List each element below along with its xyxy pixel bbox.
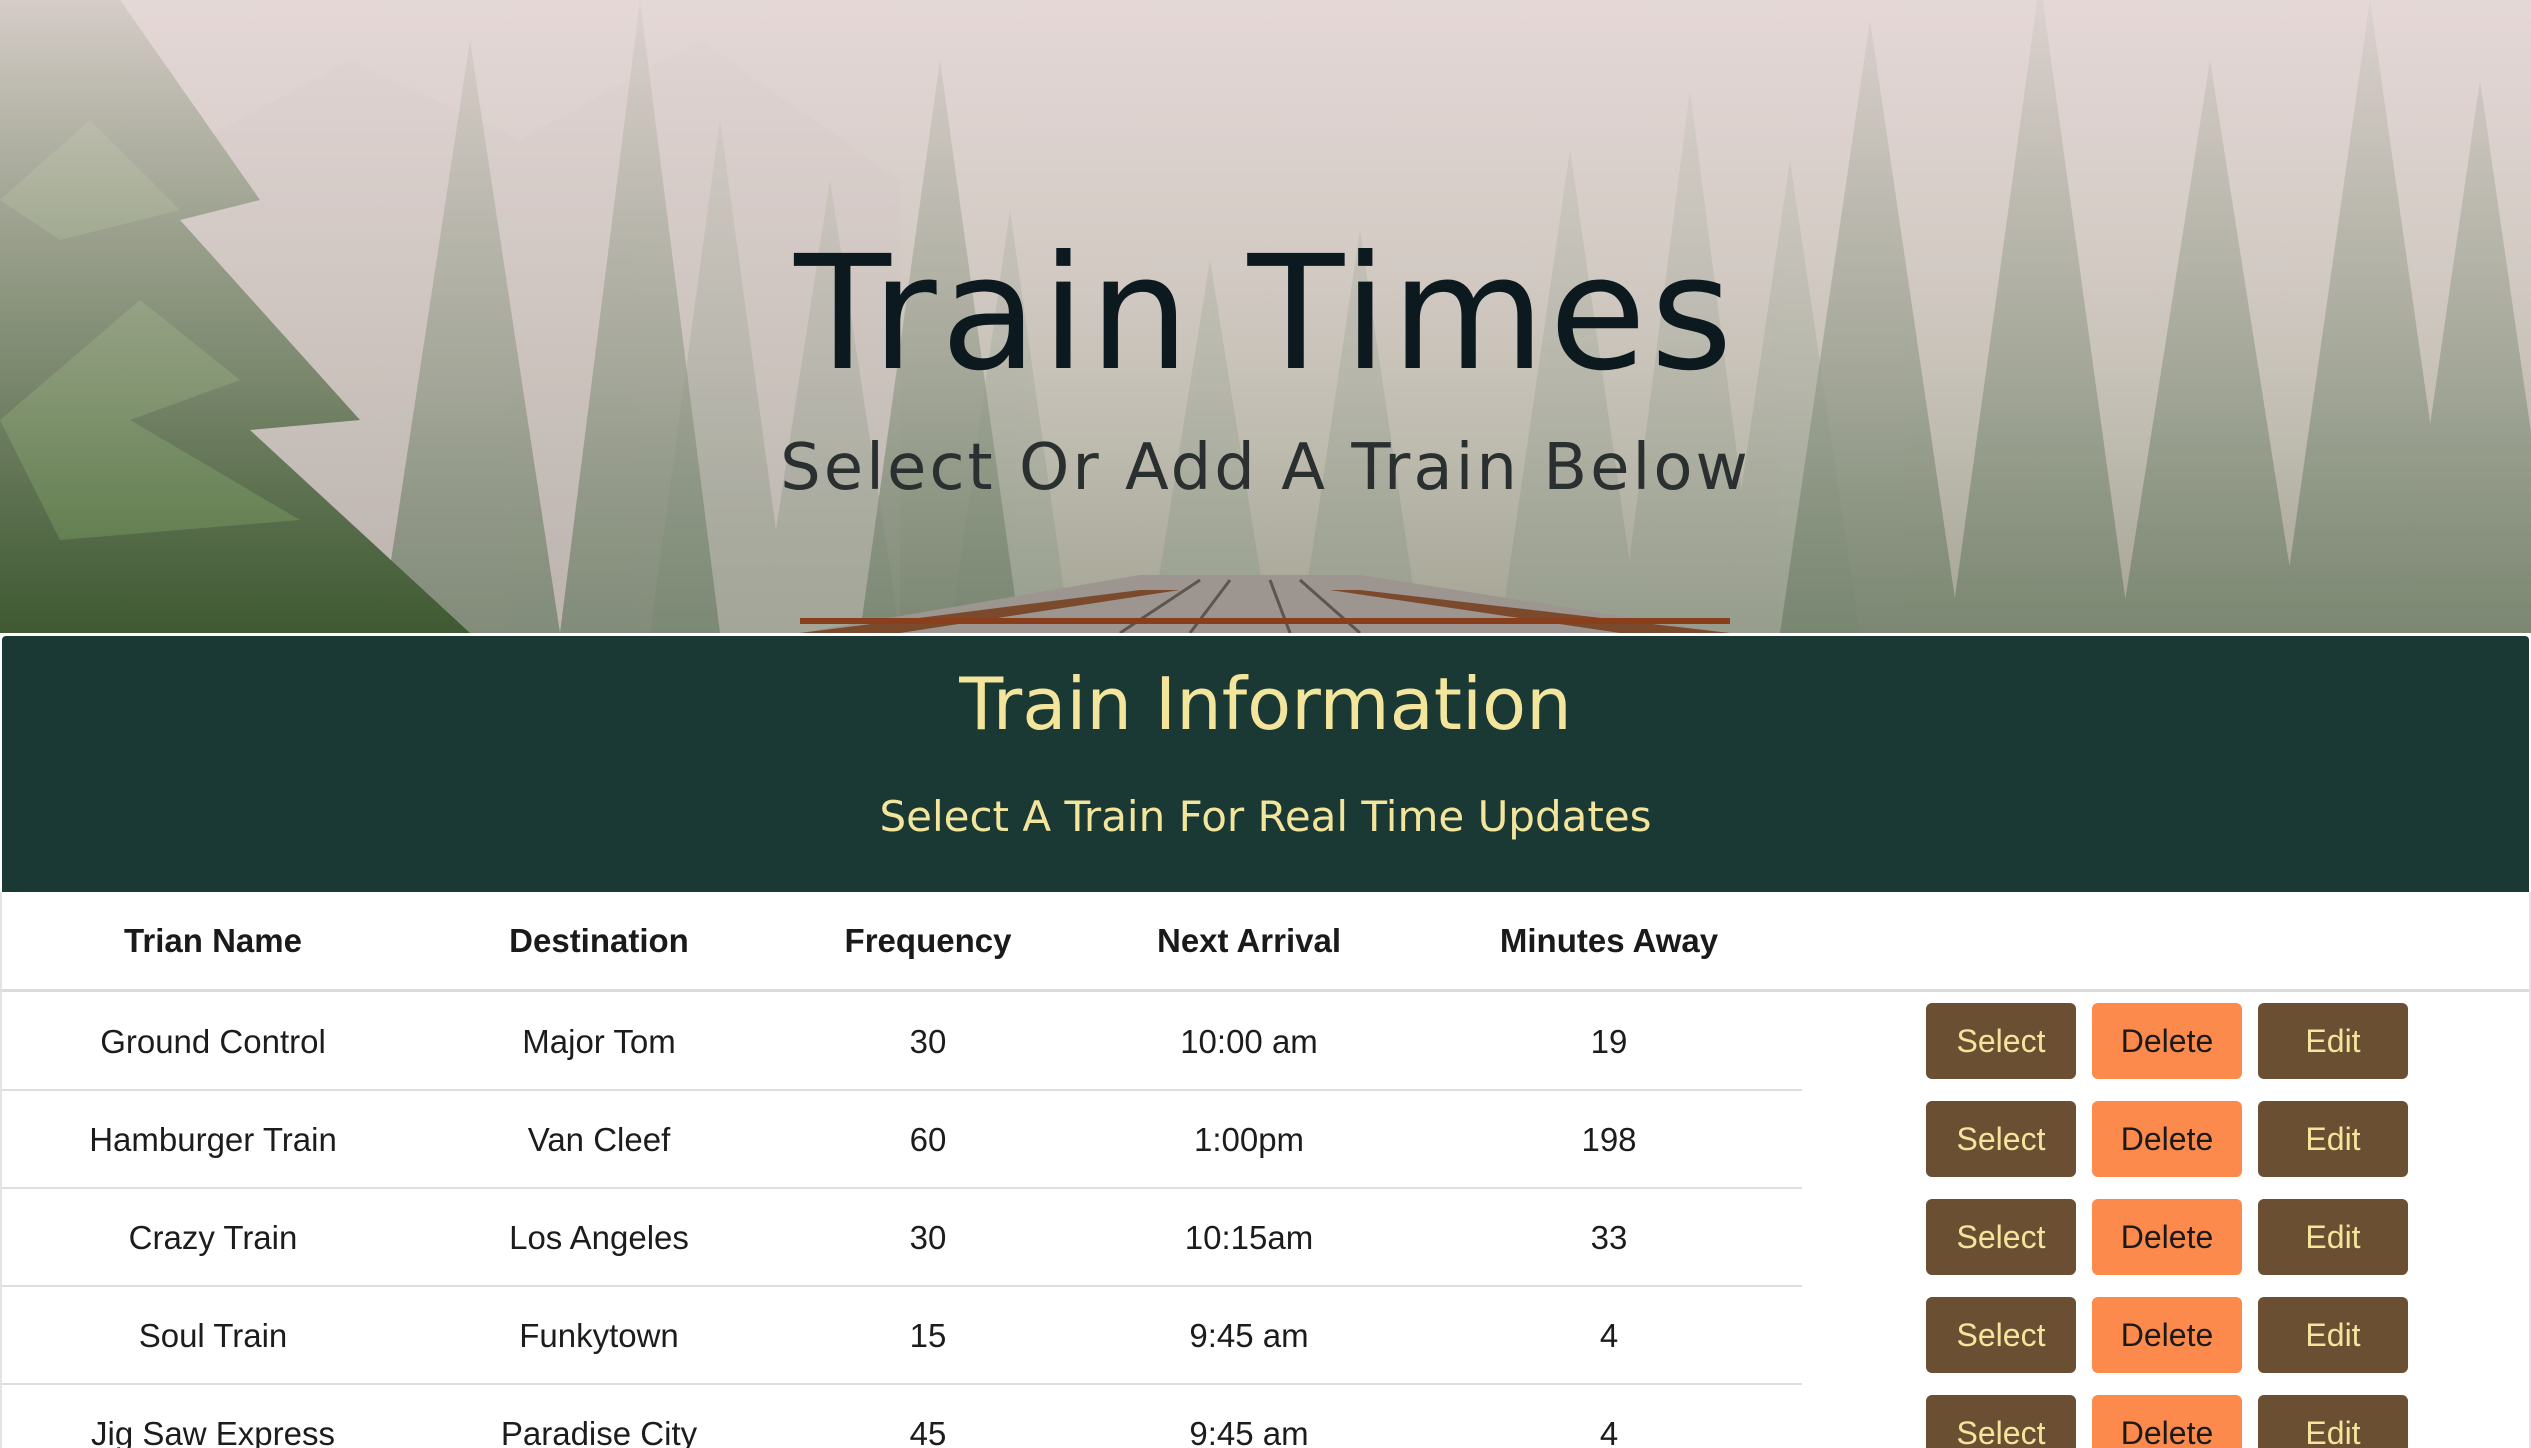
table-header: Trian Name Destination Frequency Next Ar… [2,892,2529,992]
next-arrival-cell: 9:45 am [1189,1415,1309,1448]
train-information-header: Train Information Select A Train For Rea… [2,636,2529,892]
train-name-cell: Hamburger Train [89,1121,337,1158]
train-name-cell: Ground Control [100,1023,326,1060]
select-button[interactable]: Select [1926,1199,2076,1275]
destination-cell: Paradise City [500,1415,698,1448]
frequency-cell: 15 [909,1317,947,1354]
edit-button[interactable]: Edit [2258,1003,2408,1079]
frequency-cell: 45 [909,1415,947,1448]
section-title: Train Information [959,662,1572,746]
table-row: Hamburger Train Van Cleef 60 1:00pm 198 … [2,1091,2529,1189]
next-arrival-cell: 1:00pm [1193,1121,1305,1158]
destination-cell: Major Tom [522,1023,676,1060]
destination-cell: Funkytown [519,1317,679,1354]
delete-button[interactable]: Delete [2092,1395,2242,1448]
edit-button[interactable]: Edit [2258,1297,2408,1373]
minutes-away-cell: 4 [1599,1415,1619,1448]
train-table: Trian Name Destination Frequency Next Ar… [0,892,2531,1448]
minutes-away-cell: 198 [1581,1121,1637,1158]
minutes-away-cell: 19 [1590,1023,1628,1060]
select-button[interactable]: Select [1926,1395,2076,1448]
delete-button[interactable]: Delete [2092,1101,2242,1177]
edit-button[interactable]: Edit [2258,1199,2408,1275]
train-name-cell: Crazy Train [128,1219,298,1256]
page-title: Train Times [794,222,1737,406]
section-subtitle: Select A Train For Real Time Updates [879,792,1652,841]
table-row: Crazy Train Los Angeles 30 10:15am 33 Se… [2,1189,2529,1287]
column-header-minutes-away: Minutes Away [1499,922,1719,959]
minutes-away-cell: 4 [1599,1317,1619,1354]
table-row: Jig Saw Express Paradise City 45 9:45 am… [2,1385,2529,1448]
frequency-cell: 30 [909,1219,947,1256]
frequency-cell: 30 [909,1023,947,1060]
page-subtitle: Select Or Add A Train Below [780,431,1751,505]
edit-button[interactable]: Edit [2258,1395,2408,1448]
select-button[interactable]: Select [1926,1003,2076,1079]
column-header-destination: Destination [509,922,689,959]
delete-button[interactable]: Delete [2092,1297,2242,1373]
table-row: Ground Control Major Tom 30 10:00 am 19 … [2,993,2529,1091]
delete-button[interactable]: Delete [2092,1003,2242,1079]
column-header-next-arrival: Next Arrival [1156,922,1342,959]
destination-cell: Van Cleef [527,1121,671,1158]
delete-button[interactable]: Delete [2092,1199,2242,1275]
select-button[interactable]: Select [1926,1101,2076,1177]
column-header-train-name: Trian Name [124,922,302,959]
select-button[interactable]: Select [1926,1297,2076,1373]
train-name-cell: Soul Train [138,1317,288,1354]
next-arrival-cell: 9:45 am [1189,1317,1309,1354]
next-arrival-cell: 10:00 am [1180,1023,1318,1060]
next-arrival-cell: 10:15am [1184,1219,1314,1256]
train-name-cell: Jig Saw Express [91,1415,335,1448]
column-header-frequency: Frequency [844,922,1012,959]
minutes-away-cell: 33 [1590,1219,1628,1256]
edit-button[interactable]: Edit [2258,1101,2408,1177]
destination-cell: Los Angeles [509,1219,689,1256]
table-row: Soul Train Funkytown 15 9:45 am 4 Select… [2,1287,2529,1385]
frequency-cell: 60 [909,1121,947,1158]
hero-banner: Train Times Select Or Add A Train Below [0,0,2531,633]
